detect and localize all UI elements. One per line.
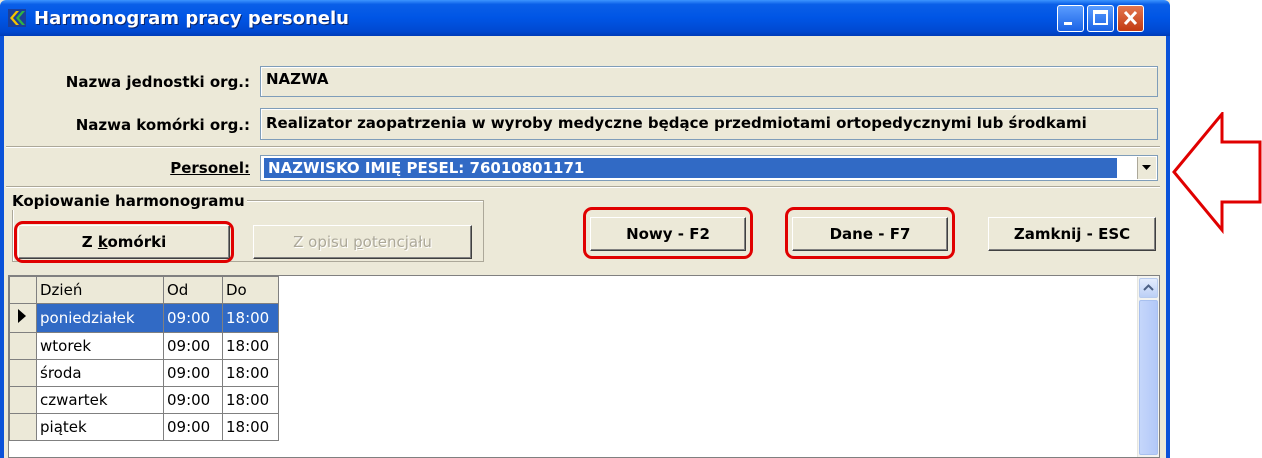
schedule-table: Dzień Od Do poniedziałek 09:00 18:00 wtorek… — [9, 276, 279, 441]
unit-name-label: Nazwa jednostki org.: — [65, 73, 250, 91]
copy-schedule-title: Kopiowanie harmonogramu — [10, 192, 247, 210]
maximize-button[interactable] — [1087, 5, 1114, 32]
button-label-hotkey: p — [353, 233, 363, 251]
cell-from[interactable]: 09:00 — [163, 332, 223, 360]
button-label: otencjału — [362, 233, 432, 251]
button-label: Z opisu — [293, 233, 354, 251]
row-indicator[interactable] — [9, 359, 37, 387]
cell-to[interactable]: 18:00 — [222, 386, 279, 414]
unit-name-field: NAZWA — [260, 66, 1158, 97]
highlight-frame — [14, 221, 234, 263]
row-indicator[interactable] — [9, 413, 37, 441]
column-header-from[interactable]: Od — [163, 276, 223, 304]
table-row[interactable]: czwartek 09:00 18:00 — [9, 386, 279, 414]
copy-from-potential-button: Z opisu potencjału — [253, 225, 472, 259]
separator — [6, 186, 1160, 188]
cell-day[interactable]: czwartek — [36, 386, 164, 414]
red-arrow-icon — [1172, 112, 1262, 235]
cell-day[interactable]: środa — [36, 359, 164, 387]
schedule-grid[interactable]: Dzień Od Do poniedziałek 09:00 18:00 wtorek… — [8, 275, 1160, 458]
scroll-thumb[interactable] — [1139, 300, 1158, 455]
cell-from[interactable]: 09:00 — [163, 386, 223, 414]
row-indicator[interactable] — [9, 386, 37, 414]
cell-day[interactable]: wtorek — [36, 332, 164, 360]
cell-day[interactable]: piątek — [36, 413, 164, 441]
cell-name-field: Realizator zaopatrzenia w wyroby medyczn… — [260, 108, 1158, 140]
cell-from[interactable]: 09:00 — [163, 359, 223, 387]
current-row-icon — [18, 309, 26, 323]
cell-to[interactable]: 18:00 — [222, 359, 279, 387]
cell-to[interactable]: 18:00 — [222, 413, 279, 441]
chevron-down-icon — [1142, 165, 1151, 170]
schedule-window: Harmonogram pracy personelu Nazwa jednos… — [0, 0, 1170, 458]
window-title: Harmonogram pracy personelu — [34, 8, 349, 29]
maximize-icon — [1093, 10, 1108, 25]
header-row: Dzień Od Do — [9, 276, 279, 304]
table-row[interactable]: piątek 09:00 18:00 — [9, 413, 279, 441]
staff-select[interactable]: NAZWISKO IMIĘ PESEL: 76010801171 — [260, 155, 1158, 181]
cell-from[interactable]: 09:00 — [163, 303, 223, 333]
column-header-to[interactable]: Do — [222, 276, 279, 304]
cell-from[interactable]: 09:00 — [163, 413, 223, 441]
window-frame-left — [0, 36, 4, 458]
vertical-scrollbar[interactable] — [1137, 276, 1159, 457]
window-frame-right — [1166, 36, 1170, 458]
close-window-button[interactable] — [1117, 5, 1144, 32]
scroll-up-button[interactable] — [1139, 278, 1158, 298]
row-indicator[interactable] — [9, 303, 37, 333]
separator — [6, 146, 1160, 148]
staff-selected-value: NAZWISKO IMIĘ PESEL: 76010801171 — [264, 158, 1117, 178]
staff-dropdown-button[interactable] — [1137, 157, 1156, 179]
row-indicator-header — [9, 276, 37, 304]
title-bar[interactable]: Harmonogram pracy personelu — [0, 0, 1170, 36]
chevron-up-icon — [1143, 284, 1154, 291]
close-button[interactable]: Zamknij - ESC — [988, 217, 1156, 251]
table-row[interactable]: poniedziałek 09:00 18:00 — [9, 303, 279, 333]
staff-label: Personel: — [170, 159, 250, 177]
cell-to[interactable]: 18:00 — [222, 332, 279, 360]
cell-day[interactable]: poniedziałek — [36, 303, 164, 333]
minimize-button[interactable] — [1057, 5, 1084, 32]
close-icon — [1123, 10, 1138, 26]
minimize-icon — [1064, 22, 1072, 25]
highlight-frame — [785, 207, 955, 259]
table-row[interactable]: wtorek 09:00 18:00 — [9, 332, 279, 360]
column-header-day[interactable]: Dzień — [36, 276, 164, 304]
table-row[interactable]: środa 09:00 18:00 — [9, 359, 279, 387]
app-icon — [8, 9, 26, 27]
highlight-frame — [583, 207, 753, 259]
cell-name-label: Nazwa komórki org.: — [75, 116, 250, 134]
cell-to[interactable]: 18:00 — [222, 303, 279, 333]
row-indicator[interactable] — [9, 332, 37, 360]
